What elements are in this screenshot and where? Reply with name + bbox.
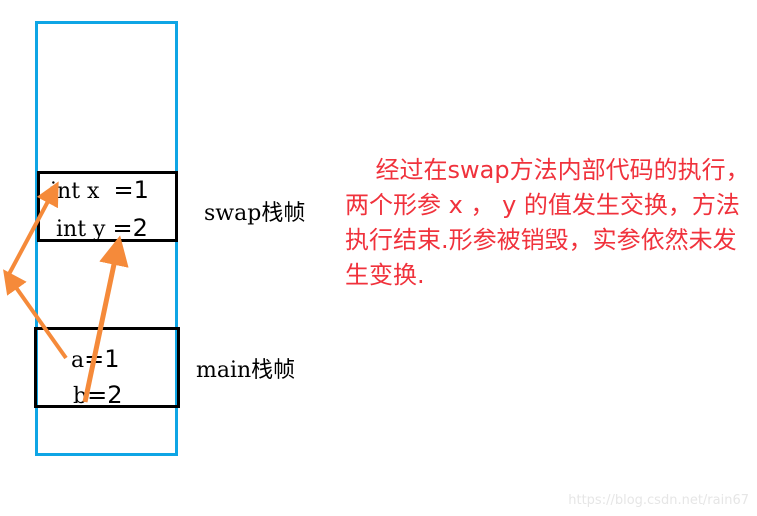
arrow-a-to-left (3, 269, 68, 360)
explanation-note: 经过在swap方法内部代码的执行，两个形参 x ， y 的值发生交换，方法执行结… (345, 156, 750, 289)
arrow-left-to-x (6, 181, 59, 277)
arrow-b-to-y (82, 235, 129, 403)
watermark: https://blog.csdn.net/rain67 (568, 493, 749, 508)
